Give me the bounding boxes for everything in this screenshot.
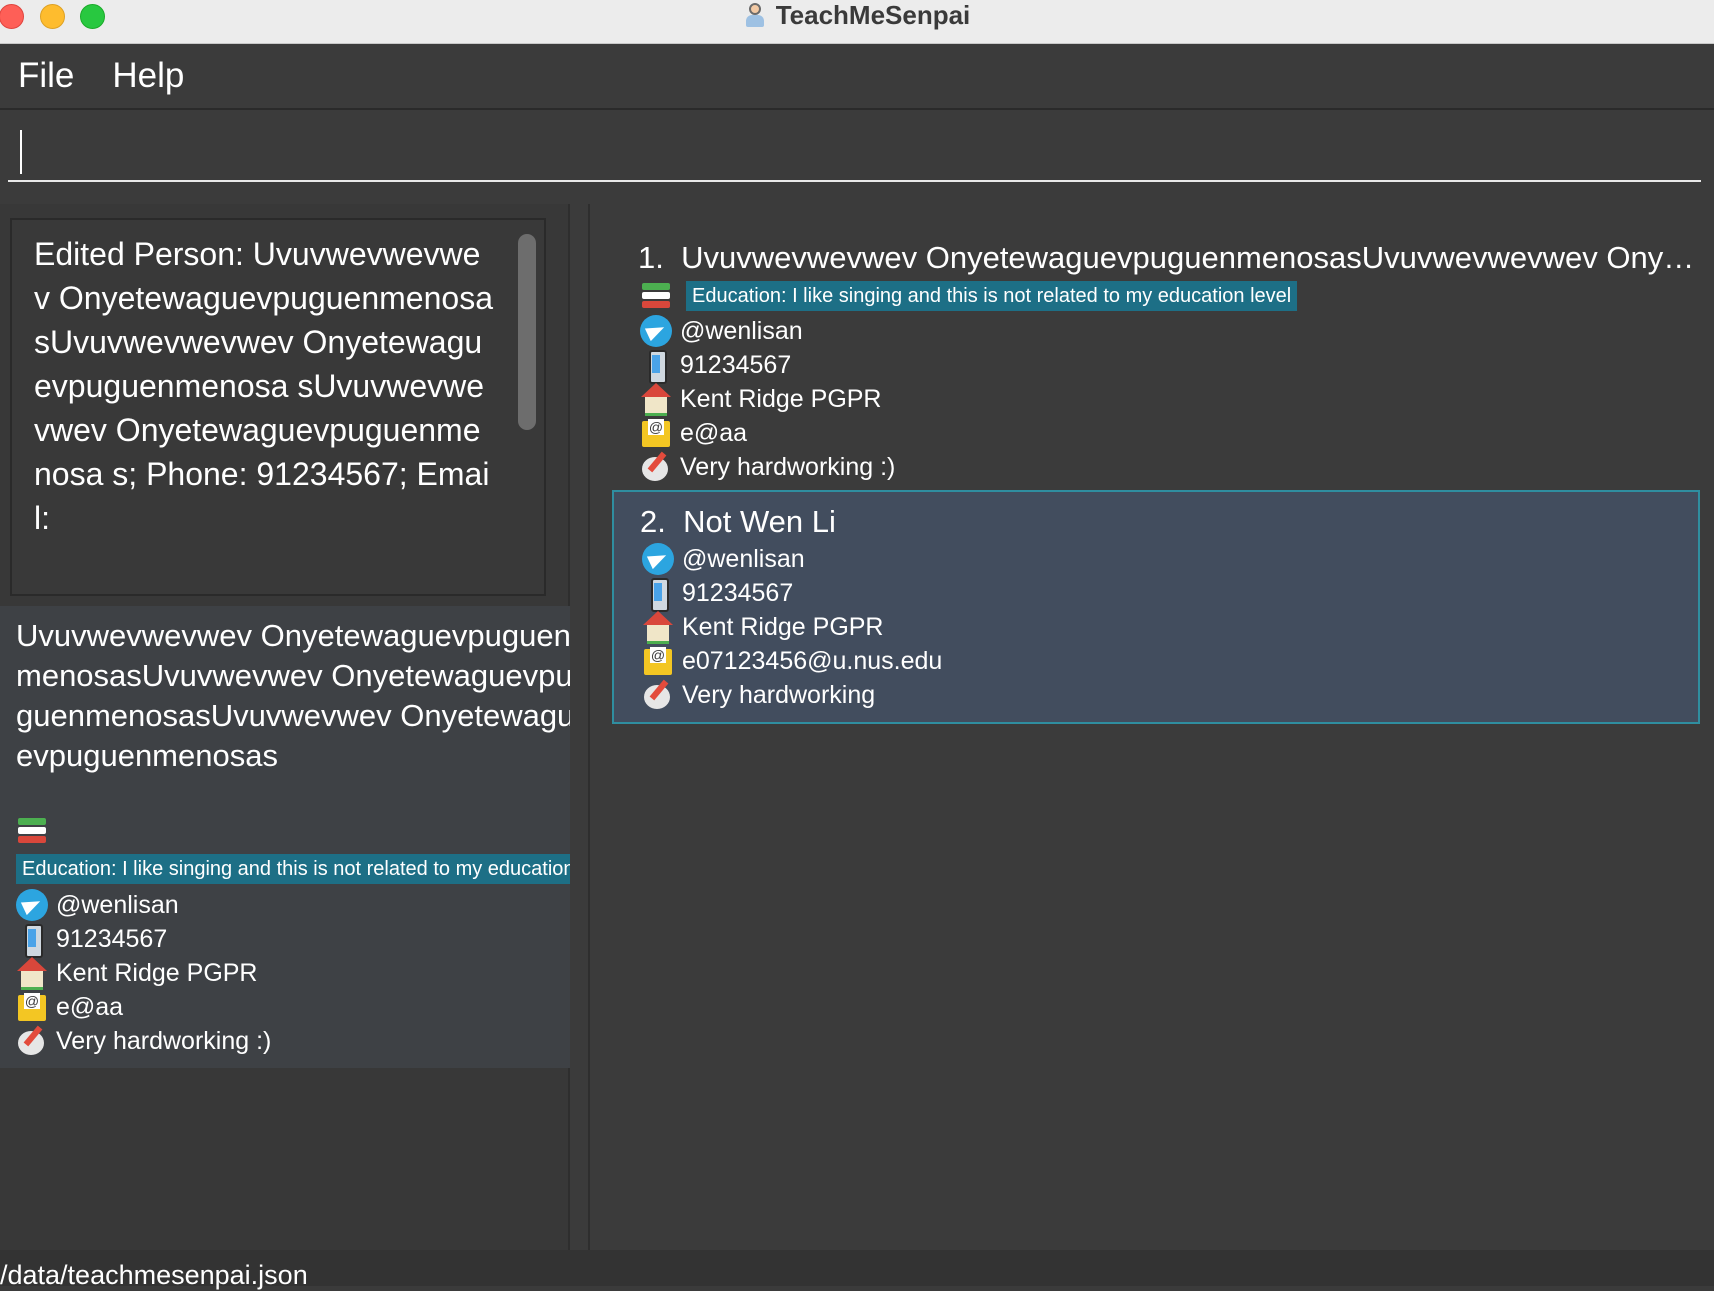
status-bar: /data/teachmesenpai.json: [0, 1250, 1714, 1290]
remark-row: Very hardworking: [642, 678, 875, 712]
detail-telegram: @wenlisan: [56, 890, 179, 919]
title-bar: TeachMeSenpai: [0, 0, 1714, 44]
phone-row: 91234567: [640, 348, 792, 384]
menu-bar: File Help: [0, 44, 1714, 110]
person-card-title: 1. Uvuvwevwevwev Onyetewaguevpuguenmenos…: [638, 240, 1698, 276]
telegram-icon: [640, 315, 672, 347]
detail-phone-row: 91234567: [16, 922, 168, 958]
detail-email-row: e@aa: [16, 990, 123, 1024]
teacher-icon: [744, 2, 766, 28]
education-tag: Education: I like singing and this is no…: [686, 281, 1298, 311]
person-remark: Very hardworking :): [680, 452, 896, 481]
email-row: e@aa: [640, 416, 747, 450]
person-index: 2.: [640, 504, 666, 539]
house-icon: [642, 611, 674, 644]
remark-icon: [16, 1025, 48, 1057]
email-icon: [642, 645, 674, 677]
person-phone: 91234567: [680, 350, 792, 379]
person-list: 1. Uvuvwevwevwev Onyetewaguevpuguenmenos…: [588, 204, 1714, 1250]
text-caret: [20, 130, 22, 174]
person-card-selected[interactable]: 2. Not Wen Li @wenlisan 91234567 Kent Ri…: [612, 490, 1700, 724]
detail-telegram-row: @wenlisan: [16, 888, 179, 922]
result-text: Edited Person: Uvuvwevwevwev Onyetewague…: [34, 236, 493, 536]
person-card[interactable]: 1. Uvuvwevwevwev Onyetewaguevpuguenmenos…: [612, 226, 1700, 492]
telegram-row: @wenlisan: [640, 314, 803, 348]
person-index: 1.: [638, 240, 664, 275]
menu-help[interactable]: Help: [112, 56, 184, 96]
phone-row: 91234567: [642, 576, 794, 612]
detail-email: e@aa: [56, 992, 124, 1021]
window-title-group: TeachMeSenpai: [0, 0, 1714, 30]
command-area: [0, 110, 1714, 200]
person-telegram: @wenlisan: [680, 316, 803, 345]
remark-icon: [642, 679, 674, 711]
telegram-icon: [16, 889, 48, 921]
result-scrollbar[interactable]: [518, 234, 536, 430]
detail-name: Uvuvwevwevwev OnyetewaguevpuguenmenosasU…: [16, 618, 570, 773]
house-icon: [640, 383, 672, 416]
books-icon: [16, 814, 48, 844]
person-address: Kent Ridge PGPR: [680, 384, 882, 413]
result-display[interactable]: Edited Person: Uvuvwevwevwev Onyetewague…: [10, 218, 546, 596]
person-card-title: 2. Not Wen Li: [640, 504, 836, 540]
phone-icon: [642, 577, 674, 612]
person-email: e@aa: [680, 418, 748, 447]
menu-file[interactable]: File: [18, 56, 74, 96]
left-pane: Edited Person: Uvuvwevwevwev Onyetewague…: [0, 204, 570, 1250]
person-email: e07123456@u.nus.edu: [682, 646, 943, 675]
remark-icon: [640, 451, 672, 483]
detail-education-tag: Education: I like singing and this is no…: [16, 854, 570, 884]
detail-address-row: Kent Ridge PGPR: [16, 956, 258, 990]
remark-row: Very hardworking :): [640, 450, 895, 484]
window-title: TeachMeSenpai: [775, 0, 971, 30]
command-input[interactable]: [8, 124, 1701, 182]
person-address: Kent Ridge PGPR: [682, 612, 884, 641]
detail-phone: 91234567: [56, 924, 168, 953]
phone-icon: [16, 923, 48, 958]
address-row: Kent Ridge PGPR: [640, 382, 882, 416]
person-name: Uvuvwevwevwev OnyetewaguevpuguenmenosasU…: [681, 240, 1698, 275]
save-location: /data/teachmesenpai.json: [0, 1260, 308, 1290]
detail-remark-row: Very hardworking :): [16, 1024, 271, 1058]
telegram-icon: [642, 543, 674, 575]
phone-icon: [640, 349, 672, 384]
person-phone: 91234567: [682, 578, 794, 607]
telegram-row: @wenlisan: [642, 542, 805, 576]
person-telegram: @wenlisan: [682, 544, 805, 573]
books-icon: [640, 279, 672, 309]
person-detail-panel: Uvuvwevwevwev OnyetewaguevpuguenmenosasU…: [0, 606, 570, 1068]
email-icon: [640, 417, 672, 449]
detail-remark: Very hardworking :): [56, 1026, 272, 1055]
email-icon: [16, 991, 48, 1023]
detail-address: Kent Ridge PGPR: [56, 958, 258, 987]
house-icon: [16, 957, 48, 990]
address-row: Kent Ridge PGPR: [642, 610, 884, 644]
email-row: e07123456@u.nus.edu: [642, 644, 942, 678]
person-name: Not Wen Li: [683, 504, 836, 539]
person-remark: Very hardworking: [682, 680, 876, 709]
